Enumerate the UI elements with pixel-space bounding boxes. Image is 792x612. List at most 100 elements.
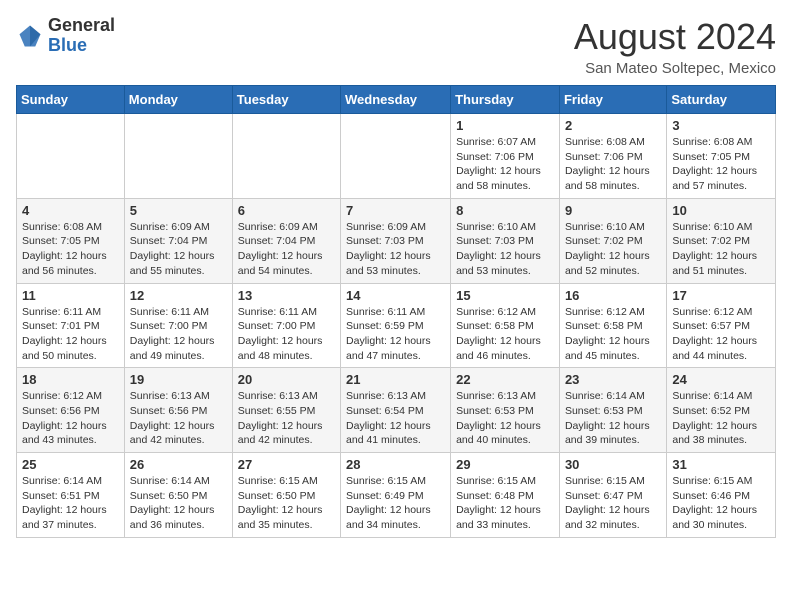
day-info: Sunrise: 6:10 AM Sunset: 7:02 PM Dayligh… — [565, 220, 661, 279]
calendar-cell: 19 Sunrise: 6:13 AM Sunset: 6:56 PM Dayli… — [124, 368, 232, 453]
day-header-monday: Monday — [124, 86, 232, 114]
day-number: 8 — [456, 203, 554, 218]
calendar-cell: 20 Sunrise: 6:13 AM Sunset: 6:55 PM Dayli… — [232, 368, 340, 453]
calendar-cell: 16 Sunrise: 6:12 AM Sunset: 6:58 PM Dayli… — [559, 283, 666, 368]
day-header-saturday: Saturday — [667, 86, 776, 114]
calendar-cell: 5 Sunrise: 6:09 AM Sunset: 7:04 PM Daylig… — [124, 198, 232, 283]
day-info: Sunrise: 6:09 AM Sunset: 7:04 PM Dayligh… — [238, 220, 335, 279]
calendar-cell — [232, 114, 340, 199]
calendar-cell: 25 Sunrise: 6:14 AM Sunset: 6:51 PM Dayli… — [17, 453, 125, 538]
day-info: Sunrise: 6:14 AM Sunset: 6:51 PM Dayligh… — [22, 474, 119, 533]
day-number: 11 — [22, 288, 119, 303]
calendar-cell: 3Sunrise: 6:08 AM Sunset: 7:05 PM Daylig… — [667, 114, 776, 199]
day-number: 28 — [346, 457, 445, 472]
day-number: 16 — [565, 288, 661, 303]
day-number: 10 — [672, 203, 770, 218]
day-header-tuesday: Tuesday — [232, 86, 340, 114]
page-header: General Blue August 2024 San Mateo Solte… — [16, 16, 776, 77]
calendar-cell: 28 Sunrise: 6:15 AM Sunset: 6:49 PM Dayli… — [341, 453, 451, 538]
day-number: 15 — [456, 288, 554, 303]
calendar-cell: 11 Sunrise: 6:11 AM Sunset: 7:01 PM Dayli… — [17, 283, 125, 368]
calendar-cell: 4 Sunrise: 6:08 AM Sunset: 7:05 PM Daylig… — [17, 198, 125, 283]
calendar-cell: 9Sunrise: 6:10 AM Sunset: 7:02 PM Daylig… — [559, 198, 666, 283]
day-info: Sunrise: 6:15 AM Sunset: 6:50 PM Dayligh… — [238, 474, 335, 533]
day-info: Sunrise: 6:08 AM Sunset: 7:06 PM Dayligh… — [565, 135, 661, 194]
day-number: 12 — [130, 288, 227, 303]
day-info: Sunrise: 6:15 AM Sunset: 6:49 PM Dayligh… — [346, 474, 445, 533]
calendar-cell: 1 Sunrise: 6:07 AM Sunset: 7:06 PM Daylig… — [451, 114, 560, 199]
day-info: Sunrise: 6:12 AM Sunset: 6:57 PM Dayligh… — [672, 305, 770, 364]
day-number: 29 — [456, 457, 554, 472]
day-number: 20 — [238, 372, 335, 387]
day-info: Sunrise: 6:13 AM Sunset: 6:53 PM Dayligh… — [456, 389, 554, 448]
calendar-cell — [341, 114, 451, 199]
calendar-week-row: 18 Sunrise: 6:12 AM Sunset: 6:56 PM Dayli… — [17, 368, 776, 453]
calendar-cell: 17 Sunrise: 6:12 AM Sunset: 6:57 PM Dayli… — [667, 283, 776, 368]
calendar-cell: 31Sunrise: 6:15 AM Sunset: 6:46 PM Dayli… — [667, 453, 776, 538]
day-info: Sunrise: 6:07 AM Sunset: 7:06 PM Dayligh… — [456, 135, 554, 194]
calendar-header-row: SundayMondayTuesdayWednesdayThursdayFrid… — [17, 86, 776, 114]
day-number: 5 — [130, 203, 227, 218]
calendar-cell: 26 Sunrise: 6:14 AM Sunset: 6:50 PM Dayli… — [124, 453, 232, 538]
calendar-cell: 24Sunrise: 6:14 AM Sunset: 6:52 PM Dayli… — [667, 368, 776, 453]
day-info: Sunrise: 6:14 AM Sunset: 6:50 PM Dayligh… — [130, 474, 227, 533]
month-title: August 2024 — [574, 16, 776, 58]
title-block: August 2024 San Mateo Soltepec, Mexico — [574, 16, 776, 77]
day-number: 1 — [456, 118, 554, 133]
logo: General Blue — [16, 16, 115, 56]
calendar-cell: 14 Sunrise: 6:11 AM Sunset: 6:59 PM Dayli… — [341, 283, 451, 368]
day-info: Sunrise: 6:13 AM Sunset: 6:56 PM Dayligh… — [130, 389, 227, 448]
day-header-sunday: Sunday — [17, 86, 125, 114]
day-info: Sunrise: 6:11 AM Sunset: 7:01 PM Dayligh… — [22, 305, 119, 364]
day-info: Sunrise: 6:12 AM Sunset: 6:58 PM Dayligh… — [565, 305, 661, 364]
day-info: Sunrise: 6:10 AM Sunset: 7:03 PM Dayligh… — [456, 220, 554, 279]
day-number: 3 — [672, 118, 770, 133]
day-info: Sunrise: 6:13 AM Sunset: 6:55 PM Dayligh… — [238, 389, 335, 448]
day-number: 18 — [22, 372, 119, 387]
day-number: 17 — [672, 288, 770, 303]
day-info: Sunrise: 6:15 AM Sunset: 6:47 PM Dayligh… — [565, 474, 661, 533]
day-number: 31 — [672, 457, 770, 472]
day-number: 26 — [130, 457, 227, 472]
day-info: Sunrise: 6:15 AM Sunset: 6:48 PM Dayligh… — [456, 474, 554, 533]
calendar-cell: 22 Sunrise: 6:13 AM Sunset: 6:53 PM Dayli… — [451, 368, 560, 453]
day-number: 14 — [346, 288, 445, 303]
calendar-cell — [124, 114, 232, 199]
day-header-thursday: Thursday — [451, 86, 560, 114]
day-info: Sunrise: 6:11 AM Sunset: 6:59 PM Dayligh… — [346, 305, 445, 364]
day-number: 7 — [346, 203, 445, 218]
day-header-wednesday: Wednesday — [341, 86, 451, 114]
day-number: 24 — [672, 372, 770, 387]
day-number: 22 — [456, 372, 554, 387]
calendar-cell: 12 Sunrise: 6:11 AM Sunset: 7:00 PM Dayli… — [124, 283, 232, 368]
day-number: 30 — [565, 457, 661, 472]
calendar-cell: 29 Sunrise: 6:15 AM Sunset: 6:48 PM Dayli… — [451, 453, 560, 538]
logo-icon — [16, 22, 44, 50]
day-info: Sunrise: 6:10 AM Sunset: 7:02 PM Dayligh… — [672, 220, 770, 279]
location: San Mateo Soltepec, Mexico — [574, 60, 776, 77]
day-info: Sunrise: 6:12 AM Sunset: 6:56 PM Dayligh… — [22, 389, 119, 448]
day-number: 21 — [346, 372, 445, 387]
day-header-friday: Friday — [559, 86, 666, 114]
day-info: Sunrise: 6:09 AM Sunset: 7:04 PM Dayligh… — [130, 220, 227, 279]
calendar-cell: 30 Sunrise: 6:15 AM Sunset: 6:47 PM Dayli… — [559, 453, 666, 538]
day-info: Sunrise: 6:12 AM Sunset: 6:58 PM Dayligh… — [456, 305, 554, 364]
day-info: Sunrise: 6:11 AM Sunset: 7:00 PM Dayligh… — [130, 305, 227, 364]
calendar-week-row: 11 Sunrise: 6:11 AM Sunset: 7:01 PM Dayli… — [17, 283, 776, 368]
day-number: 19 — [130, 372, 227, 387]
calendar-cell — [17, 114, 125, 199]
calendar-cell: 23Sunrise: 6:14 AM Sunset: 6:53 PM Dayli… — [559, 368, 666, 453]
calendar-cell: 18 Sunrise: 6:12 AM Sunset: 6:56 PM Dayli… — [17, 368, 125, 453]
calendar-cell: 6 Sunrise: 6:09 AM Sunset: 7:04 PM Daylig… — [232, 198, 340, 283]
day-number: 25 — [22, 457, 119, 472]
day-info: Sunrise: 6:11 AM Sunset: 7:00 PM Dayligh… — [238, 305, 335, 364]
day-number: 6 — [238, 203, 335, 218]
day-info: Sunrise: 6:09 AM Sunset: 7:03 PM Dayligh… — [346, 220, 445, 279]
calendar-week-row: 1 Sunrise: 6:07 AM Sunset: 7:06 PM Daylig… — [17, 114, 776, 199]
day-info: Sunrise: 6:14 AM Sunset: 6:53 PM Dayligh… — [565, 389, 661, 448]
logo-text: General Blue — [48, 16, 115, 56]
calendar-cell: 13Sunrise: 6:11 AM Sunset: 7:00 PM Dayli… — [232, 283, 340, 368]
calendar-cell: 2Sunrise: 6:08 AM Sunset: 7:06 PM Daylig… — [559, 114, 666, 199]
day-number: 4 — [22, 203, 119, 218]
day-info: Sunrise: 6:08 AM Sunset: 7:05 PM Dayligh… — [22, 220, 119, 279]
